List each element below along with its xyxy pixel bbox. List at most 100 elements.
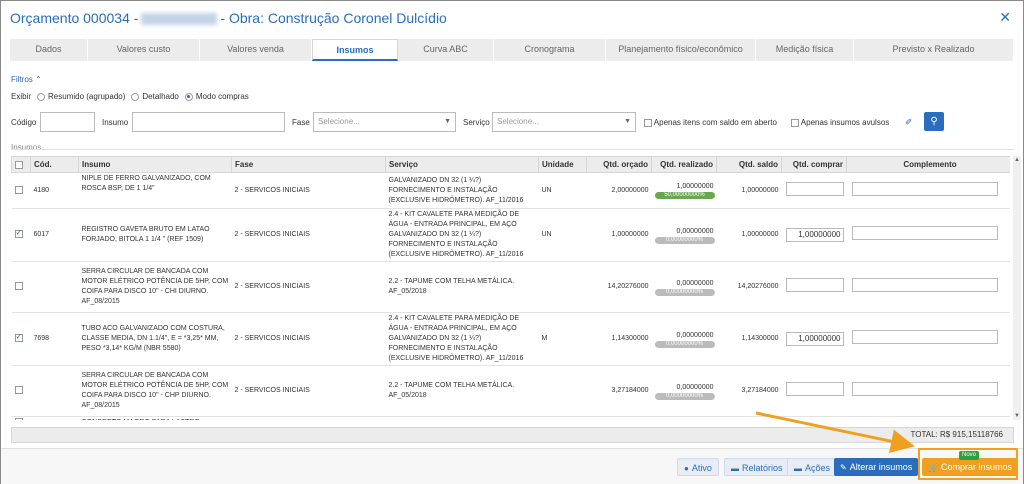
- tab-cronograma[interactable]: Cronograma: [494, 39, 606, 61]
- complemento-input[interactable]: [851, 226, 998, 240]
- cell-unidade: [538, 261, 587, 313]
- insumo-input[interactable]: [132, 112, 285, 132]
- relatorios-button[interactable]: ▬ Relatórios: [724, 458, 790, 476]
- acoes-button[interactable]: ▬ Ações: [787, 458, 838, 476]
- filters-toggle[interactable]: Filtros ⌃: [11, 75, 42, 84]
- cell-insumo: TUBO ACO GALVANIZADO COM COSTURA, CLASSE…: [78, 312, 232, 366]
- servico-placeholder: Selecione...: [497, 117, 539, 126]
- tab-curva-abc[interactable]: Curva ABC: [398, 39, 494, 61]
- tab-insumos[interactable]: Insumos: [312, 39, 398, 61]
- row-select-cell[interactable]: [11, 365, 31, 417]
- radio-modo-compras[interactable]: [184, 92, 193, 101]
- cell-complemento: [846, 261, 1010, 313]
- column-header[interactable]: Qtd. comprar: [781, 156, 847, 173]
- table-scrollbar[interactable]: ▲ ▼: [1013, 156, 1021, 420]
- fase-select[interactable]: Selecione... ▼: [313, 112, 456, 132]
- cell-complemento: [846, 172, 1010, 209]
- cell-qtd-saldo: 1,00000000: [716, 208, 782, 262]
- cell-complemento: [846, 365, 1010, 417]
- column-header[interactable]: Complemento: [846, 156, 1010, 173]
- avulsos-checkbox[interactable]: [791, 118, 799, 127]
- codigo-label: Código: [11, 118, 37, 127]
- eraser-icon[interactable]: ✐: [905, 117, 913, 128]
- row-checkbox[interactable]: [14, 418, 23, 420]
- cell-qtd-orcado: 1,14300000: [586, 312, 652, 366]
- column-header[interactable]: Unidade: [538, 156, 587, 173]
- servico-label: Serviço: [463, 118, 490, 127]
- tab-planejamento-f-sico-econ-mico[interactable]: Planejamento físico/econômico: [606, 39, 756, 61]
- cell-insumo: SERRA CIRCULAR DE BANCADA COM MOTOR ELÉT…: [78, 261, 232, 313]
- row-checkbox[interactable]: [14, 332, 23, 343]
- column-header[interactable]: Fase: [231, 156, 386, 173]
- row-checkbox[interactable]: [14, 228, 23, 239]
- realizado-value: 0,00000000: [676, 279, 714, 287]
- dialog-title: Orçamento 000034 - - Obra: Construção Cor…: [10, 10, 447, 26]
- title-prefix: Orçamento 000034 -: [10, 10, 139, 26]
- avulsos-filter: Apenas insumos avulsos: [791, 118, 889, 127]
- column-header[interactable]: Qtd. realizado: [651, 156, 717, 173]
- row-select-cell[interactable]: [11, 312, 31, 366]
- scroll-down-icon[interactable]: ▼: [1013, 412, 1021, 420]
- progress-badge: 50,00000000%: [654, 192, 715, 199]
- complemento-input[interactable]: [851, 278, 998, 292]
- table-row[interactable]: SERRA CIRCULAR DE BANCADA COM MOTOR ELÉT…: [11, 261, 1010, 313]
- table-row[interactable]: 6017REGISTRO GAVETA BRUTO EM LATAO FORJA…: [11, 208, 1010, 262]
- row-select-cell[interactable]: [11, 416, 31, 420]
- complemento-input[interactable]: [851, 330, 998, 344]
- tab-dados[interactable]: Dados: [10, 39, 88, 61]
- tab-valores-venda[interactable]: Valores venda: [200, 39, 312, 61]
- tab-medi-o-f-sica[interactable]: Medição física: [756, 39, 854, 61]
- column-header[interactable]: Insumo: [78, 156, 232, 173]
- qtd-comprar-input[interactable]: [785, 278, 844, 292]
- cell-qtd-realizado: 0,00000000 0,00000000%: [651, 312, 717, 366]
- column-header[interactable]: Serviço: [385, 156, 539, 173]
- row-select-cell[interactable]: [11, 172, 31, 209]
- alterar-insumos-button[interactable]: ✎ Alterar insumos: [834, 458, 919, 476]
- complemento-input[interactable]: [851, 181, 998, 196]
- ativo-button[interactable]: ● Ativo: [677, 458, 719, 476]
- qtd-comprar-input[interactable]: [785, 181, 844, 196]
- cell-qtd-realizado: 1,00000000 50,00000000%: [651, 172, 717, 209]
- codigo-input[interactable]: [40, 112, 95, 132]
- servico-select[interactable]: Selecione... ▼: [492, 112, 636, 132]
- radio-resumido[interactable]: [37, 92, 46, 101]
- saldo-checkbox[interactable]: [644, 118, 652, 127]
- cell-insumo: CONCRETO MAGRO PARA LASTRO,: [78, 416, 232, 420]
- radio-detalhado[interactable]: [131, 92, 140, 101]
- table-row[interactable]: SERRA CIRCULAR DE BANCADA COM MOTOR ELÉT…: [11, 365, 1010, 417]
- cell-unidade: M: [538, 312, 587, 366]
- table-row[interactable]: CONCRETO MAGRO PARA LASTRO,: [11, 416, 1010, 420]
- row-checkbox[interactable]: [14, 282, 23, 291]
- qtd-comprar-input[interactable]: 1,00000000: [785, 228, 844, 242]
- table-row[interactable]: 7698TUBO ACO GALVANIZADO COM COSTURA, CL…: [11, 312, 1010, 366]
- complemento-input[interactable]: [851, 382, 998, 396]
- row-select-cell[interactable]: [11, 208, 31, 262]
- search-button[interactable]: ⚲: [924, 112, 944, 131]
- cell-qtd-comprar: 1,00000000: [781, 208, 847, 262]
- column-header[interactable]: Qtd. saldo: [716, 156, 782, 173]
- table-row[interactable]: 4180 NIPLE DE FERRO GALVANIZADO, COM ROSC…: [11, 172, 1010, 209]
- total-bar: TOTAL: R$ 915,15118766: [11, 427, 1014, 443]
- acoes-label: Ações: [805, 463, 831, 473]
- qtd-comprar-input[interactable]: [785, 382, 844, 396]
- close-icon[interactable]: ✕: [999, 10, 1011, 24]
- tab-bar: Dados Valores custo Valores venda Insumos Cu…: [10, 39, 1014, 61]
- scroll-up-icon[interactable]: ▲: [1013, 156, 1021, 164]
- realizado-value: 0,00000000: [676, 331, 714, 339]
- select-all-checkbox[interactable]: [15, 160, 23, 169]
- row-select-cell[interactable]: [11, 261, 31, 313]
- cell-qtd-saldo: 1,00000000: [716, 172, 782, 209]
- report-icon: ▬: [731, 464, 739, 473]
- header-select-all[interactable]: [11, 156, 31, 173]
- tab-previsto-x-realizado[interactable]: Previsto x Realizado: [854, 39, 1014, 61]
- row-checkbox[interactable]: [14, 386, 23, 395]
- qtd-comprar-input[interactable]: 1,00000000: [785, 332, 844, 346]
- row-checkbox[interactable]: [14, 185, 23, 194]
- progress-badge: 0,00000000%: [654, 340, 715, 348]
- column-header[interactable]: Qtd. orçado: [586, 156, 652, 173]
- cell-qtd-comprar: 1,00000000: [781, 312, 847, 366]
- saldo-label: Apenas itens com saldo em aberto: [653, 118, 777, 127]
- column-header[interactable]: Cód.: [30, 156, 79, 173]
- ativo-label: Ativo: [691, 463, 712, 473]
- tab-valores-custo[interactable]: Valores custo: [88, 39, 200, 61]
